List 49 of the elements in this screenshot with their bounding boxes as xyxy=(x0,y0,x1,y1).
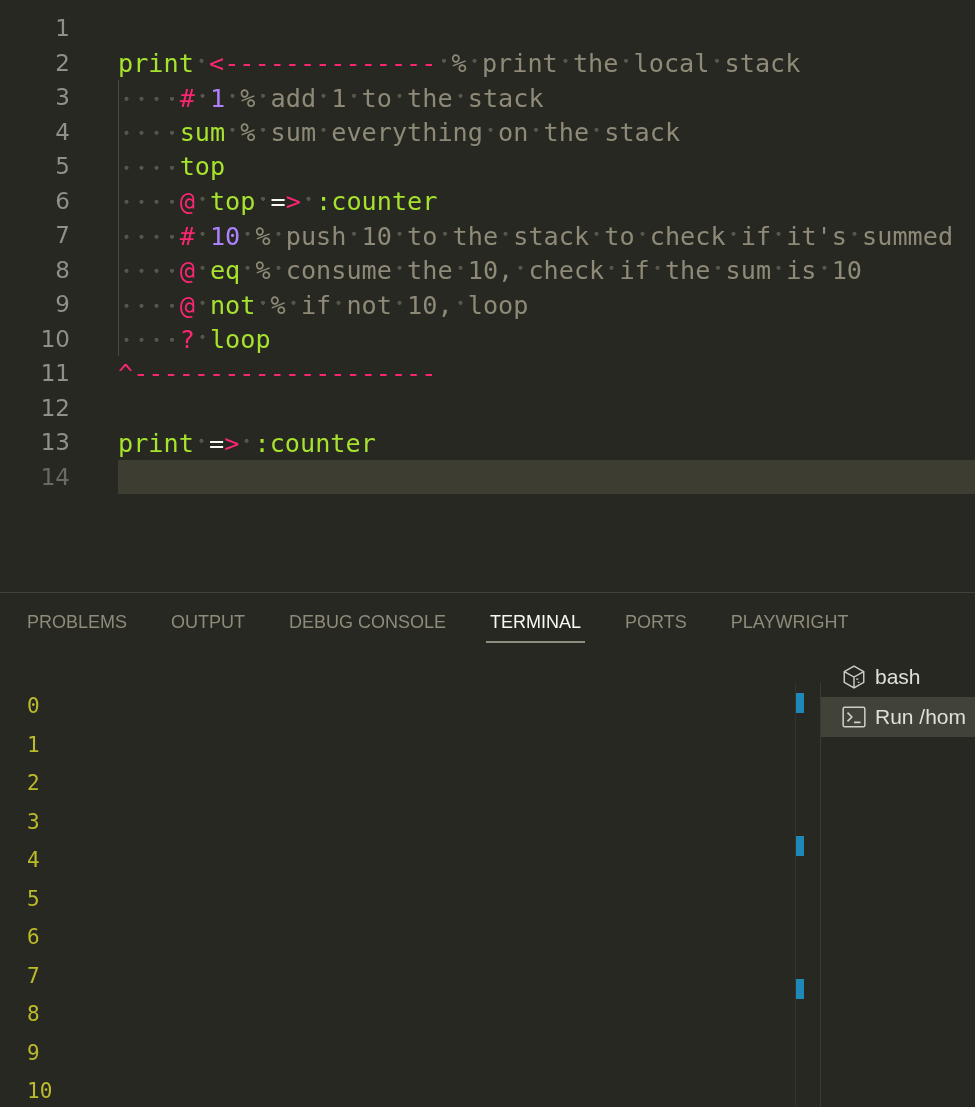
terminal-output-line: 5 xyxy=(27,885,41,913)
line-number: 7 xyxy=(54,222,70,249)
code-line: sum % sum everything on the stack xyxy=(179,116,681,148)
terminal-output-line: 7 xyxy=(27,962,41,990)
code-line: top xyxy=(179,151,226,181)
line-number: 11 xyxy=(39,360,70,387)
terminal-list-item[interactable]: Run /hom xyxy=(821,697,975,737)
line-number: 1 xyxy=(54,15,70,42)
line-number: 6 xyxy=(54,187,70,214)
scroll-marker xyxy=(796,979,804,999)
terminal-output-line: 10 xyxy=(27,1078,54,1106)
line-number: 14 xyxy=(39,463,70,490)
scroll-marker xyxy=(796,836,804,856)
code-line: ? loop xyxy=(179,323,271,355)
code-line: ^-------------------- xyxy=(118,358,437,388)
line-number: 5 xyxy=(54,153,70,180)
code-line: # 10 % push 10 to the stack to check if it's summed xyxy=(179,219,954,251)
code-line: @ not % if not 10, loop xyxy=(179,288,529,320)
line-number: 9 xyxy=(54,291,70,318)
panel-tab[interactable]: DEBUG CONSOLE xyxy=(285,603,451,643)
terminal-output-line: 9 xyxy=(27,1039,41,1067)
code-line: print => :counter xyxy=(118,426,376,458)
code-line: # 1 % add 1 to the stack xyxy=(179,81,544,113)
terminal-output-line: 0 xyxy=(27,693,41,721)
code-line: @ eq % consume the 10, check if the sum is 10 xyxy=(179,254,863,286)
line-number: 2 xyxy=(54,49,70,76)
line-number: 3 xyxy=(54,84,70,111)
terminal-output-line: 6 xyxy=(27,924,41,952)
panel-tab[interactable]: OUTPUT xyxy=(167,603,250,643)
panel-tab[interactable]: TERMINAL xyxy=(486,603,586,643)
scroll-marker xyxy=(796,693,804,713)
line-number: 4 xyxy=(54,118,70,145)
code-line: print <-------------- % print the local stack xyxy=(118,47,801,79)
terminal-output-line: 4 xyxy=(27,847,41,875)
terminal-list-item[interactable]: bash xyxy=(821,657,975,697)
line-number: 12 xyxy=(39,394,70,421)
code-line: @ top => :counter xyxy=(179,185,438,217)
panel-tab[interactable]: PROBLEMS xyxy=(23,603,132,643)
terminal-output-line: 3 xyxy=(27,808,41,836)
line-number: 13 xyxy=(39,429,70,456)
terminal-output-line: 2 xyxy=(27,770,41,798)
panel-tab[interactable]: PORTS xyxy=(621,603,691,643)
panel-tab[interactable]: PLAYWRIGHT xyxy=(726,603,853,643)
line-number: 8 xyxy=(54,256,70,283)
terminal-icon xyxy=(841,704,867,730)
hexagon-icon xyxy=(841,664,867,690)
terminal-output-line: 8 xyxy=(27,1001,41,1029)
line-number: 10 xyxy=(39,325,70,352)
terminal-output-line: 1 xyxy=(27,731,41,759)
